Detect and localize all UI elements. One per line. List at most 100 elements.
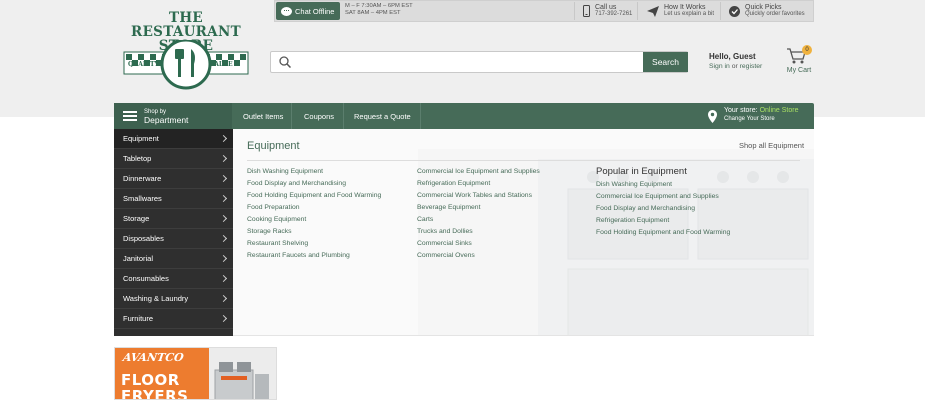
store-name: Online Store (759, 107, 799, 114)
register-link[interactable]: register (740, 63, 763, 70)
sidebar-item-label: Janitorial (123, 254, 154, 263)
panel-divider (247, 160, 800, 161)
nav-request-quote[interactable]: Request a Quote (354, 103, 411, 129)
shop-by-department-button[interactable]: Shop by Department (114, 103, 232, 129)
panel-title: Equipment (247, 140, 300, 152)
category-link[interactable]: Restaurant Shelving (247, 238, 381, 250)
category-link[interactable]: Beverage Equipment (417, 202, 540, 214)
sidebar-item-smallwares[interactable]: Smallwares (114, 189, 233, 209)
logo-badge-right: VALUE (210, 61, 233, 68)
paper-plane-icon (647, 5, 659, 17)
sidebar-item-tabletop[interactable]: Tabletop (114, 149, 233, 169)
account-links: Sign in or register (709, 63, 762, 70)
floor-fryers-ad[interactable]: AVANTCO FLOOR FRYERS (114, 347, 277, 400)
nav-coupons[interactable]: Coupons (304, 103, 334, 129)
popular-column: Popular in Equipment Dish Washing Equipm… (596, 165, 730, 239)
logo-line-1: THE RESTAURANT (131, 10, 241, 40)
popular-link[interactable]: Commercial Ice Equipment and Supplies (596, 191, 730, 203)
chat-button[interactable]: Chat Offline (276, 2, 340, 20)
how-it-works-link[interactable]: How It Works Let us explain a bit (647, 2, 714, 20)
popular-link[interactable]: Food Display and Merchandising (596, 203, 730, 215)
sidebar-item-disposables[interactable]: Disposables (114, 229, 233, 249)
nav-divider (343, 103, 344, 129)
category-link[interactable]: Commercial Ovens (417, 250, 540, 262)
chevron-right-icon (219, 134, 228, 143)
sidebar-item-janitorial[interactable]: Janitorial (114, 249, 233, 269)
cart-button[interactable]: 0 My Cart (783, 45, 815, 79)
sidebar-item-label: Smallwares (123, 194, 162, 203)
hamburger-menu-icon (123, 111, 137, 121)
sidebar-item-label: Dinnerware (123, 174, 162, 183)
quick-picks-link[interactable]: Quick Picks Quickly order favorites (729, 2, 805, 20)
category-link[interactable]: Commercial Sinks (417, 238, 540, 250)
chevron-right-icon (219, 154, 228, 163)
utility-divider (637, 2, 638, 20)
sidebar-item-label: Equipment (123, 134, 159, 143)
equipment-mega-menu: Equipment Shop all Equipment Dish Washin… (233, 129, 814, 336)
chevron-right-icon (219, 194, 228, 203)
popular-link[interactable]: Food Holding Equipment and Food Warming (596, 227, 730, 239)
quick-picks-sub: Quickly order favorites (745, 11, 805, 17)
location-pin-icon (708, 110, 717, 123)
category-link[interactable]: Commercial Ice Equipment and Supplies (417, 166, 540, 178)
search-input[interactable] (295, 54, 640, 70)
category-link[interactable]: Dish Washing Equipment (247, 166, 381, 178)
sidebar-item-label: Washing & Laundry (123, 294, 189, 303)
utility-divider (574, 2, 575, 20)
nav-outlet-items[interactable]: Outlet Items (243, 103, 283, 129)
sidebar-item-storage[interactable]: Storage (114, 209, 233, 229)
cart-count-badge: 0 (802, 45, 812, 55)
category-link[interactable]: Trucks and Dollies (417, 226, 540, 238)
chat-button-label: Chat Offline (295, 6, 335, 16)
category-link[interactable]: Food Preparation (247, 202, 381, 214)
category-link[interactable]: Food Display and Merchandising (247, 178, 381, 190)
category-link[interactable]: Refrigeration Equipment (417, 178, 540, 190)
dept-label: Shop by Department (144, 108, 188, 124)
sidebar-item-consumables[interactable]: Consumables (114, 269, 233, 289)
greeting: Hello, Guest (709, 52, 756, 61)
category-link[interactable]: Food Holding Equipment and Food Warming (247, 190, 381, 202)
sidebar-item-label: Storage (123, 214, 150, 223)
department-sidebar: Equipment Tabletop Dinnerware Smallwares… (114, 129, 233, 336)
search-icon (279, 56, 291, 68)
chevron-right-icon (219, 294, 228, 303)
category-column-2: Commercial Ice Equipment and Supplies Re… (417, 166, 540, 262)
sidebar-item-label: Consumables (123, 274, 169, 283)
or-text: or (731, 63, 738, 70)
sidebar-item-label: Furniture (123, 314, 154, 323)
chevron-right-icon (219, 254, 228, 263)
chevron-right-icon (219, 274, 228, 283)
change-store-link[interactable]: Change Your Store (724, 115, 798, 123)
sidebar-item-label: Tabletop (123, 154, 152, 163)
sidebar-item-equipment[interactable]: Equipment (114, 129, 233, 149)
logo-badge-left: QUALITY (128, 61, 159, 68)
popular-link[interactable]: Refrigeration Equipment (596, 215, 730, 227)
sidebar-item-washing-laundry[interactable]: Washing & Laundry (114, 289, 233, 309)
account-area: Hello, Guest Sign in or register (709, 52, 762, 70)
chevron-right-icon (219, 214, 228, 223)
shop-all-link[interactable]: Shop all Equipment (739, 141, 804, 150)
category-link[interactable]: Commercial Work Tables and Stations (417, 190, 540, 202)
chevron-right-icon (219, 174, 228, 183)
store-selector[interactable]: Your store: Online Store Change Your Sto… (724, 107, 798, 123)
popular-link[interactable]: Dish Washing Equipment (596, 179, 730, 191)
sign-in-link[interactable]: Sign in (709, 63, 730, 70)
category-link[interactable]: Cooking Equipment (247, 214, 381, 226)
search-button[interactable]: Search (643, 52, 688, 72)
category-column-1: Dish Washing Equipment Food Display and … (247, 166, 381, 262)
category-link[interactable]: Storage Racks (247, 226, 381, 238)
sidebar-item-dinnerware[interactable]: Dinnerware (114, 169, 233, 189)
call-us-link[interactable]: Call us 717-392-7261 (583, 2, 632, 20)
store-hours: M – F 7:30AM – 6PM EST SAT 8AM – 4PM EST (345, 3, 413, 17)
ad-headline-2: FRYERS (121, 387, 189, 400)
phone-icon (583, 5, 590, 17)
category-link[interactable]: Carts (417, 214, 540, 226)
category-link[interactable]: Restaurant Faucets and Plumbing (247, 250, 381, 262)
how-it-works-sub: Let us explain a bit (664, 11, 715, 17)
site-logo[interactable]: THE RESTAURANT STORE QUALITY VALUE (122, 10, 250, 100)
fryer-image (214, 362, 269, 399)
chat-bubble-icon (281, 6, 292, 16)
sidebar-item-furniture[interactable]: Furniture (114, 309, 233, 329)
cart-label: My Cart (786, 67, 812, 74)
popular-title: Popular in Equipment (596, 166, 687, 177)
